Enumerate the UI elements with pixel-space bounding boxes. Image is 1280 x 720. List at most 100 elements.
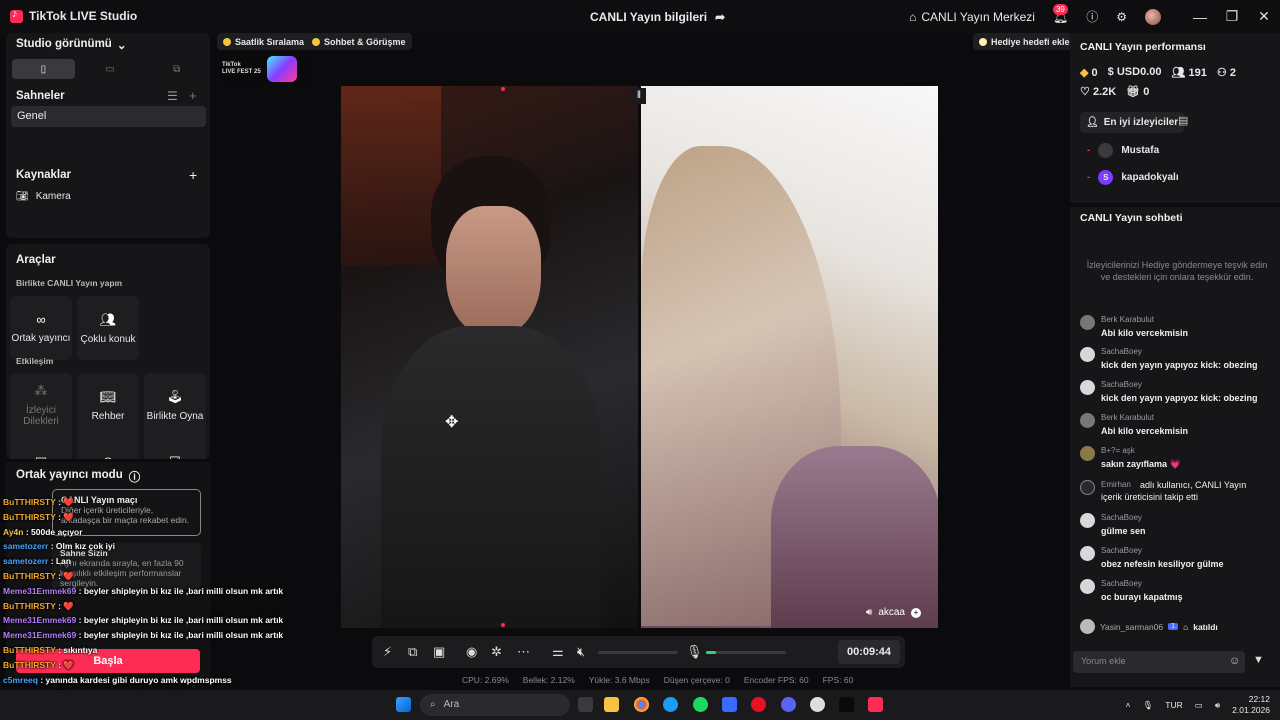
guest-name-tag[interactable]: 🔊︎ akcaa + [866, 607, 921, 618]
multi-guest-button[interactable]: 👥︎ Çoklu konuk [77, 296, 139, 360]
help-button[interactable]: ⓘ [1077, 8, 1107, 25]
edge-icon[interactable] [663, 697, 678, 712]
cohost-tool-button[interactable]: ∞ Ortak yayıncı [10, 296, 72, 360]
windows-start-icon[interactable] [396, 697, 411, 712]
layout-icon[interactable]: ▣ [433, 644, 445, 660]
add-source-icon[interactable]: + [189, 167, 197, 183]
studio-view-dropdown[interactable]: Studio görünümü ⌄ [16, 38, 126, 52]
volume-slider[interactable] [598, 651, 678, 654]
opera-icon[interactable] [751, 697, 766, 712]
chat-meeting-pill[interactable]: Sohbet & Görüşme [306, 33, 412, 50]
guide-button[interactable]: 📖︎ Rehber [77, 373, 139, 437]
tool-button-6[interactable]: ☑ [144, 430, 206, 459]
mic-tray-icon[interactable]: 🎙︎ [1143, 700, 1154, 711]
chat-username: Emirhan [1101, 480, 1131, 489]
stream-timer: 00:09:44 [838, 640, 900, 664]
stat-dropped: Düşen çerçeve: 0 [663, 675, 730, 685]
spotify-icon[interactable] [693, 697, 708, 712]
lang-indicator[interactable]: TUR [1165, 700, 1182, 710]
live-fest-banner[interactable]: TikTok LIVE FEST 25 [220, 55, 312, 82]
avatar [1080, 546, 1095, 561]
filter-icon[interactable]: ▼ [1253, 654, 1264, 666]
clock-time: 22:12 [1248, 694, 1270, 704]
record-icon[interactable]: ◉ [466, 644, 477, 660]
scene-item-general[interactable]: Genel [11, 106, 206, 127]
display-icon[interactable]: ▭ [1195, 700, 1203, 711]
volume-icon[interactable]: 🔊︎ [1215, 700, 1220, 711]
play-together-button[interactable]: 🕹︎ Birlikte Oyna [144, 373, 206, 437]
microphone-icon[interactable]: 🎙︎ [686, 644, 703, 660]
settings-button[interactable]: ⚙ [1107, 10, 1136, 24]
minimize-button[interactable]: — [1184, 9, 1216, 25]
stat-upload: Yükle: 3.6 Mbps [588, 675, 650, 685]
top-viewers-tab[interactable]: 👤︎ En iyi izleyiciler [1080, 112, 1185, 133]
diamonds-stat: ◆ 0 [1080, 66, 1098, 79]
top-viewer-row[interactable]: - S kapadokyalı [1087, 170, 1179, 185]
tool-button-4[interactable]: ▣ [10, 430, 72, 459]
gift-goal-pill[interactable]: Hediye hedefi ekle [973, 33, 1076, 50]
capcut-icon[interactable] [839, 697, 854, 712]
users-icon: 👥︎ [1171, 67, 1186, 79]
folder-icon[interactable] [604, 697, 619, 712]
effects-icon[interactable]: ✲ [491, 644, 502, 660]
app-title: TikTok LIVE Studio [29, 9, 138, 23]
split-handle-icon[interactable]: ‖ [632, 88, 646, 104]
dual-view-button[interactable]: ⧉ [145, 59, 208, 79]
emoji-icon[interactable]: ☺ [1229, 655, 1240, 667]
chat-username: SachaBoey [1101, 513, 1142, 522]
list-icon[interactable]: ▤ [1178, 114, 1188, 127]
stat-fps: FPS: 60 [822, 675, 854, 685]
comment-input[interactable]: Yorum ekle [1073, 651, 1245, 673]
app-icon[interactable] [722, 697, 737, 712]
discord-icon[interactable] [781, 697, 796, 712]
chat-username: SachaBoey [1101, 546, 1142, 555]
close-button[interactable]: ✕ [1248, 8, 1280, 25]
shares-value: 2 [1229, 67, 1236, 79]
maximize-button[interactable]: ❐ [1216, 8, 1248, 25]
mic-slider[interactable] [706, 651, 786, 654]
viewer-wishes-button[interactable]: ⁂ İzleyici Dilekleri [10, 373, 72, 437]
cohost-mode-title: Ortak yayıncı modu ⓘ [16, 469, 140, 485]
taskbar-search[interactable]: ⌕ Ara [420, 694, 570, 716]
join-user: Yasin_sarman06 [1100, 621, 1164, 632]
overlay-chat-text: : sıkıntıya [58, 645, 98, 655]
heart-icon: ♡ [1080, 86, 1090, 98]
more-icon[interactable]: ⋯ [517, 644, 530, 660]
host-video[interactable]: ✥ [341, 86, 638, 628]
notifications-button[interactable]: 🔔︎ 39 [1044, 3, 1077, 24]
overlay-chat-text: : Olm kız çok iyi [50, 541, 115, 552]
live-info-button[interactable]: CANLI Yayın bilgileri ➦ [590, 10, 725, 24]
speaker-icon: 🔊︎ [866, 607, 873, 618]
obs-icon[interactable] [810, 697, 825, 712]
profile-button[interactable] [1136, 8, 1170, 25]
magic-wand-icon[interactable]: ⚡︎ [383, 644, 392, 660]
audio-mixer-icon[interactable]: ⚌ [552, 644, 564, 660]
help-icon[interactable]: ⓘ [129, 469, 141, 485]
add-scene-icon[interactable]: + [189, 88, 197, 103]
speaker-muted-icon[interactable]: 🔇︎ [577, 644, 585, 660]
home-icon: ⌂ [909, 9, 917, 24]
clock[interactable]: 22:12 2.01.2026 [1232, 694, 1270, 716]
overlay-chat-user: Ay4n [3, 526, 24, 537]
tiktok-live-icon[interactable] [868, 697, 883, 712]
landscape-view-button[interactable]: ▭ [79, 59, 142, 79]
task-view-icon[interactable] [578, 697, 593, 712]
portrait-view-button[interactable]: ▯ [12, 59, 75, 79]
chrome-icon[interactable] [634, 697, 649, 712]
guest-video[interactable] [641, 86, 938, 628]
overlay-chat-line: BuTTHIRSTY : ❤️ [3, 512, 74, 523]
live-center-button[interactable]: ⌂ CANLI Yayın Merkezi [900, 10, 1044, 24]
source-item-camera[interactable]: 📷︎ Kamera [16, 191, 71, 202]
add-guest-icon[interactable]: + [911, 607, 921, 618]
screen-share-icon[interactable]: ⧉ [408, 644, 417, 660]
chevron-up-icon[interactable]: ˄ [1126, 700, 1131, 710]
chat-meeting-label: Sohbet & Görüşme [324, 36, 406, 47]
hourly-ranking-pill[interactable]: Saatlik Sıralama [217, 33, 311, 50]
stage-card-desc: Aynı ekranda sırayla, en fazla 90 karşıl… [60, 558, 184, 588]
overlay-chat-user: BuTTHIRSTY [3, 600, 56, 611]
list-icon[interactable]: ☰ [167, 89, 178, 103]
chat-text: Abi kilo vercekmisin [1101, 328, 1189, 338]
top-viewer-row[interactable]: - Mustafa [1087, 143, 1159, 158]
avatar [1080, 446, 1095, 461]
tool-button-5[interactable]: ◎ [77, 430, 139, 459]
